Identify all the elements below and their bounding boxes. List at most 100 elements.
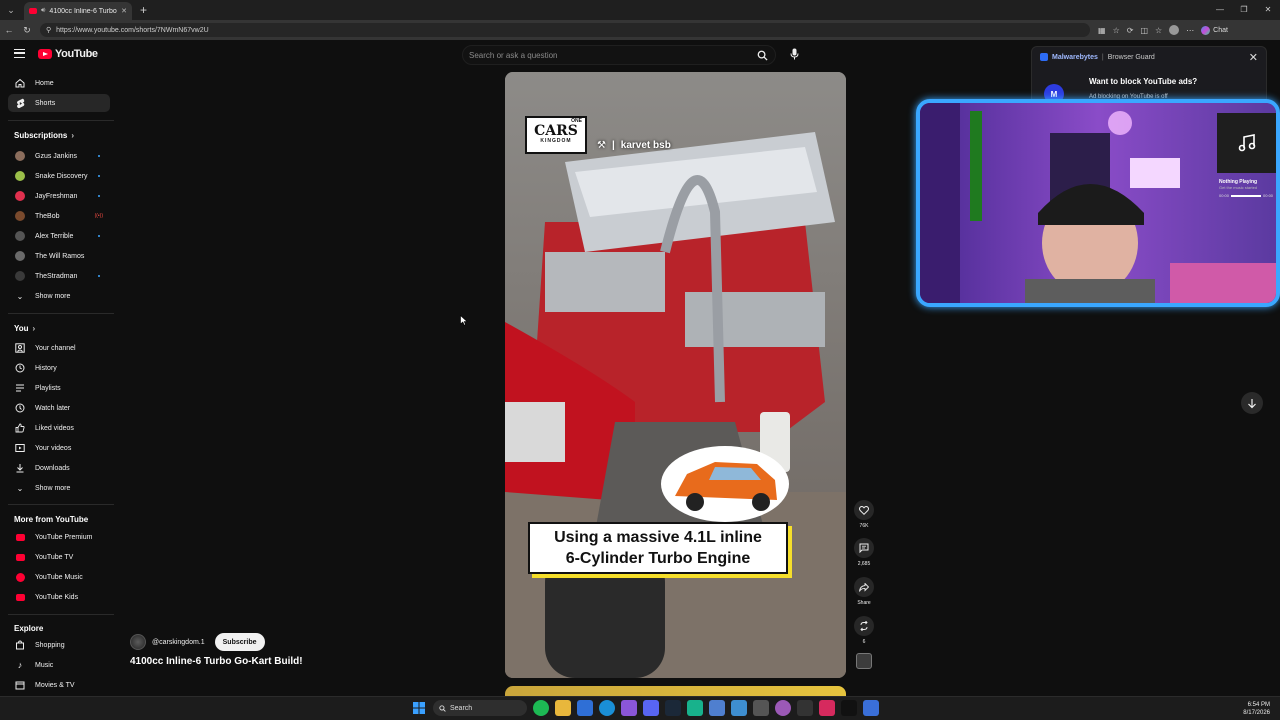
speaker-icon[interactable]: 🔊︎	[41, 7, 45, 15]
brand-divider: |	[1101, 53, 1104, 61]
favorites-icon[interactable]: ☆	[1155, 26, 1162, 35]
windows-start-icon[interactable]	[411, 700, 427, 716]
file-explorer-icon[interactable]	[555, 700, 571, 716]
search-button[interactable]	[755, 48, 769, 62]
like-button[interactable]: 76K	[853, 500, 875, 529]
favorite-star-icon[interactable]: ☆	[1113, 26, 1120, 35]
app-icon[interactable]	[731, 700, 747, 716]
search-input[interactable]	[469, 50, 755, 60]
sidebar-item-label: YouTube Kids	[35, 593, 79, 601]
sidebar-item-subscription[interactable]: JayFreshman	[8, 187, 110, 205]
video-caption: Using a massive 4.1L inline 6-Cylinder T…	[528, 522, 788, 574]
sidebar-item-movies-tv[interactable]: Movies & TV	[8, 676, 110, 694]
steam-icon[interactable]	[665, 700, 681, 716]
youtube-tv-icon	[15, 552, 25, 562]
sidebar-show-more[interactable]: ⌄ Show more	[8, 479, 110, 497]
copilot-icon	[1201, 25, 1211, 35]
sidebar-item-subscription[interactable]: The Will Ramos	[8, 247, 110, 265]
copilot-chat-button[interactable]: Chat	[1201, 25, 1228, 35]
like-count: 76K	[859, 523, 869, 529]
taskbar-search[interactable]: Search	[433, 700, 527, 716]
explore-heading: Explore	[14, 624, 44, 633]
sidebar-item-subscription[interactable]: Gzus Jankins	[8, 147, 110, 165]
apps-icon[interactable]: ▦	[1098, 26, 1106, 35]
discord-icon[interactable]	[643, 700, 659, 716]
sidebar-item-label: Your videos	[35, 444, 72, 452]
sidebar-item-subscription[interactable]: TheBob ((•))	[8, 207, 110, 225]
obs-icon[interactable]	[621, 700, 637, 716]
sidebar-item-your-videos[interactable]: Your videos	[8, 439, 110, 457]
menu-hamburger-icon[interactable]	[14, 49, 25, 58]
sidebar-item-subscription[interactable]: Alex Terrible	[8, 227, 110, 245]
sidebar-item-youtube-music[interactable]: YouTube Music	[8, 568, 110, 586]
youtube-logo[interactable]: YouTube	[38, 48, 98, 60]
sidebar-item-subscription[interactable]: Snake Discovery	[8, 167, 110, 185]
sidebar-item-history[interactable]: History	[8, 359, 110, 377]
minimize-icon[interactable]: —	[1208, 0, 1232, 20]
sidebar-item-liked-videos[interactable]: Liked videos	[8, 419, 110, 437]
site-info-icon[interactable]: ⚲	[46, 26, 51, 34]
sidebar-item-downloads[interactable]: Downloads	[8, 459, 110, 477]
history-icon	[15, 363, 25, 373]
app-icon[interactable]	[819, 700, 835, 716]
edge-icon[interactable]	[599, 700, 615, 716]
split-screen-icon[interactable]: ◫	[1140, 26, 1148, 35]
tab-close-icon[interactable]: ✕	[121, 7, 127, 15]
close-icon[interactable]: ✕	[1249, 51, 1258, 64]
avatar[interactable]	[130, 634, 146, 650]
sidebar-item-shorts[interactable]: Shorts	[8, 94, 110, 112]
sidebar-item-label: Playlists	[35, 384, 61, 392]
subscribe-button[interactable]: Subscribe	[214, 633, 265, 651]
tiktok-icon[interactable]	[841, 700, 857, 716]
profile-avatar[interactable]	[1169, 25, 1180, 35]
sidebar-item-your-channel[interactable]: Your channel	[8, 339, 110, 357]
sidebar-item-youtube-kids[interactable]: YouTube Kids	[8, 588, 110, 606]
remix-button[interactable]: 6	[853, 616, 875, 645]
extensions-icon[interactable]: ⟳	[1127, 26, 1134, 35]
sidebar-divider	[8, 120, 114, 121]
next-short-button[interactable]	[1241, 392, 1263, 414]
sidebar-item-watch-later[interactable]: Watch later	[8, 399, 110, 417]
sidebar-item-music[interactable]: ♪ Music	[8, 656, 110, 674]
system-clock[interactable]: 6:54 PM 8/17/2026	[1243, 701, 1270, 717]
app-icon[interactable]	[775, 700, 791, 716]
refresh-button[interactable]: ↻	[18, 25, 36, 36]
app-icon[interactable]	[797, 700, 813, 716]
sidebar-item-shopping[interactable]: Shopping	[8, 636, 110, 654]
share-button[interactable]: Share	[853, 577, 875, 606]
spotify-icon[interactable]	[533, 700, 549, 716]
new-tab-button[interactable]: +	[140, 3, 147, 17]
back-button[interactable]: ←	[0, 25, 18, 35]
sidebar-show-more[interactable]: ⌄ Show more	[8, 287, 110, 305]
short-video-player[interactable]: ONE CARS KINGDOM ⚒ | karvet bsb Using a m…	[505, 72, 846, 678]
sound-track-button[interactable]	[853, 653, 875, 669]
sidebar-item-youtube-tv[interactable]: YouTube TV	[8, 548, 110, 566]
channel-handle[interactable]: @carskingdom.1	[152, 639, 205, 646]
browser-tab-active[interactable]: 🔊︎ 4100cc Inline-6 Turbo Go-Kart ✕	[24, 2, 132, 20]
tab-actions-menu-icon[interactable]: ⌄	[3, 2, 19, 18]
close-window-icon[interactable]: ✕	[1256, 0, 1280, 20]
voice-search-button[interactable]	[786, 46, 802, 62]
sidebar-item-label: Shopping	[35, 641, 65, 649]
app-icon[interactable]	[863, 700, 879, 716]
more-menu-icon[interactable]: ⋯	[1186, 26, 1194, 35]
next-short-preview[interactable]	[505, 686, 846, 696]
subscriptions-heading[interactable]: Subscriptions ›	[14, 131, 74, 140]
store-icon[interactable]	[577, 700, 593, 716]
sidebar-item-subscription[interactable]: TheStradman	[8, 267, 110, 285]
you-heading[interactable]: You ›	[14, 324, 35, 333]
url-field[interactable]: ⚲ https://www.youtube.com/shorts/7NWmN67…	[40, 23, 1090, 37]
subscriptions-heading-label: Subscriptions	[14, 131, 68, 140]
video-icon	[15, 443, 25, 453]
sidebar-item-youtube-premium[interactable]: YouTube Premium	[8, 528, 110, 546]
sidebar-item-home[interactable]: Home	[8, 74, 110, 92]
maximize-icon[interactable]: ❐	[1232, 0, 1256, 20]
music-note-icon	[1238, 134, 1256, 152]
chevron-right-icon: ›	[71, 131, 75, 140]
comments-button[interactable]: 2,685	[853, 538, 875, 567]
camera-icon[interactable]	[753, 700, 769, 716]
app-icon[interactable]	[687, 700, 703, 716]
sidebar-item-playlists[interactable]: Playlists	[8, 379, 110, 397]
app-icon[interactable]	[709, 700, 725, 716]
new-content-dot	[98, 175, 100, 177]
